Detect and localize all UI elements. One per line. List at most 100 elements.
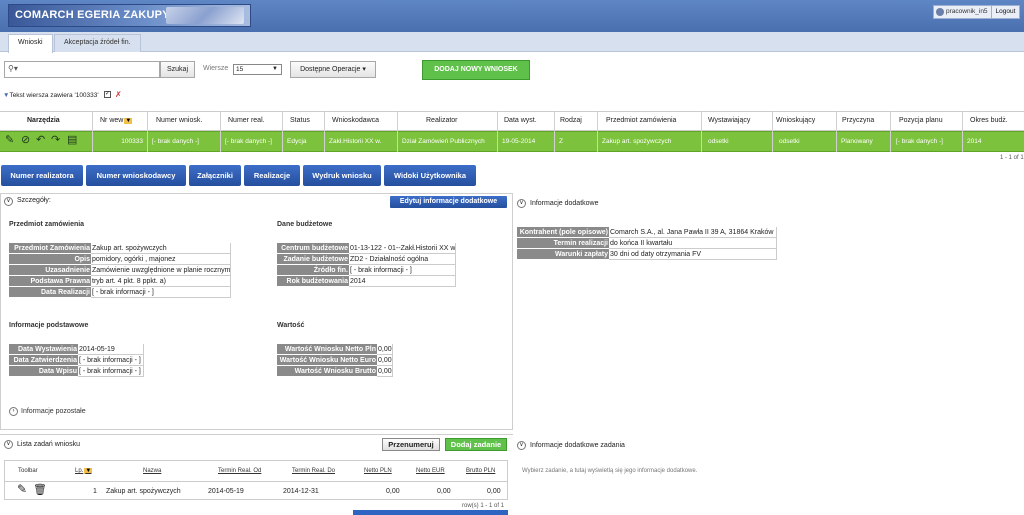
col-przyczyna[interactable]: Przyczyna — [842, 117, 874, 124]
tab-wnioski[interactable]: Wnioski — [8, 34, 53, 53]
add-task-button[interactable]: Dodaj zadanie — [445, 438, 507, 451]
divider — [282, 111, 283, 152]
przedmiot-title: Przedmiot zamówienia — [9, 221, 85, 228]
tab-akceptacja[interactable]: Akceptacja źródeł fin. — [54, 34, 141, 52]
app-logo: COMARCH EGERIA ZAKUPY — [8, 4, 251, 27]
search-icon[interactable]: ⚲▾ — [8, 64, 18, 73]
undo-icon[interactable]: ↶ — [36, 133, 45, 146]
col-termin-od[interactable]: Termin Real. Od — [218, 468, 261, 474]
rows-select[interactable]: 15 ▼ — [233, 64, 282, 75]
edit-icon[interactable]: ✎ — [17, 482, 27, 496]
divider — [397, 111, 398, 152]
col-nr-wew[interactable]: Nr wew ▼ — [100, 117, 133, 124]
task-netto-pln: 0,00 — [386, 488, 400, 495]
field-value: 0,00 — [377, 344, 393, 355]
tab-widoki-uzytkownika[interactable]: Widoki Użytkownika — [384, 165, 476, 186]
divider — [597, 111, 598, 152]
budzet-table: Centrum budżetowe 01-13-122 - 01--Zakł.Hi… — [277, 243, 456, 287]
col-wnioskujacy[interactable]: Wnioskujący — [776, 117, 815, 124]
cell-status: Edycja — [287, 138, 307, 145]
cell-pozycja-planu: [- brak danych -] — [896, 138, 943, 145]
tab-zalaczniki[interactable]: Załączniki — [189, 165, 241, 186]
cell-wystawiajacy: odsetki — [708, 138, 729, 145]
tab-numer-realizatora[interactable]: Numer realizatora — [1, 165, 83, 186]
search-input[interactable] — [4, 61, 160, 78]
tasks-title: Lista zadań wniosku — [17, 441, 81, 448]
field-value: 01-13-122 - 01--Zakł.Historii XX w. — [349, 243, 456, 254]
forward-icon[interactable]: ↷ — [51, 133, 60, 146]
task-info-hint: Wybierz zadanie, a tutaj wyświetlą się j… — [522, 468, 698, 474]
col-rodzaj[interactable]: Rodzaj — [560, 117, 582, 124]
action-bar[interactable] — [353, 510, 508, 515]
collapse-icon[interactable]: ∨ — [517, 441, 526, 450]
logo-text: COMARCH EGERIA ZAKUPY — [15, 9, 170, 21]
collapse-icon[interactable]: ∨ — [4, 440, 13, 449]
field-label: Warunki zapłaty — [517, 249, 609, 260]
grid-pager: 1 - 1 of 1 — [1000, 155, 1024, 161]
col-nr-wew-label: Nr wew — [100, 117, 124, 124]
divider — [92, 111, 93, 152]
edit-icon[interactable]: ✎ — [5, 133, 14, 146]
field-value: tryb art. 4 pkt. 8 ppkt. a) — [91, 276, 231, 287]
task-termin-od: 2014-05-19 — [208, 488, 244, 495]
cell-numer-real: [- brak danych -] — [225, 138, 272, 145]
field-value: [ - brak informacji - ] — [349, 265, 456, 276]
col-netto-eur[interactable]: Netto EUR — [416, 468, 445, 474]
delete-icon[interactable]: 🗑 — [33, 483, 47, 496]
field-value: 0,00 — [377, 366, 393, 377]
col-wystawiajacy[interactable]: Wystawiający — [708, 117, 750, 124]
col-realizator[interactable]: Realizator — [426, 117, 458, 124]
col-brutto-pln[interactable]: Brutto PLN — [466, 468, 495, 474]
user-icon — [936, 8, 944, 16]
field-label: Kontrahent (pole opisowe) — [517, 227, 609, 238]
search-button[interactable]: Szukaj — [160, 61, 195, 78]
add-request-button[interactable]: DODAJ NOWY WNIOSEK — [422, 60, 530, 80]
col-termin-do[interactable]: Termin Real. Do — [292, 468, 335, 474]
field-value: 2014 — [349, 276, 456, 287]
col-numer-wniosk[interactable]: Numer wniosk. — [156, 117, 202, 124]
details-title: Szczegóły: — [17, 197, 51, 204]
notes-icon[interactable]: ▤ — [67, 133, 77, 146]
expand-icon[interactable]: › — [9, 407, 18, 416]
col-status[interactable]: Status — [290, 117, 310, 124]
field-label: Przedmiot Zamówienia — [9, 243, 91, 254]
operations-label: Dostępne Operacje — [300, 66, 361, 73]
task-termin-do: 2014-12-31 — [283, 488, 319, 495]
col-netto-pln[interactable]: Netto PLN — [364, 468, 392, 474]
col-numer-real[interactable]: Numer real. — [228, 117, 265, 124]
operations-dropdown[interactable]: Dostępne Operacje ▾ — [290, 61, 376, 78]
field-label: Źródło fin. — [277, 265, 349, 276]
chevron-down-icon: ▼ — [272, 66, 278, 72]
field-label: Wartość Wniosku Brutto — [277, 366, 377, 377]
col-data-wyst[interactable]: Data wyst. — [504, 117, 537, 124]
dodatkowe-title: Informacje dodatkowe — [530, 200, 599, 207]
pozostale-title[interactable]: Informacje pozostałe — [21, 408, 86, 415]
tab-realizacje[interactable]: Realizacje — [244, 165, 300, 186]
budzet-title: Dane budżetowe — [277, 221, 333, 228]
filter-checkbox[interactable]: ✓ — [104, 91, 111, 98]
tab-wydruk-wniosku[interactable]: Wydruk wniosku — [303, 165, 381, 186]
logout-button[interactable]: Logout — [991, 5, 1020, 19]
cell-wnioskodawca: Zakł.Historii XX w. — [329, 138, 382, 145]
task-lp: 1 — [93, 488, 97, 495]
col-okres-budz[interactable]: Okres budż. — [970, 117, 1008, 124]
collapse-icon[interactable]: ∨ — [517, 199, 526, 208]
field-value: Zakup art. spożywczych — [91, 243, 231, 254]
clear-filter-icon[interactable]: ✗ — [115, 90, 122, 99]
col-lp[interactable]: Lp. ▼ — [75, 468, 93, 474]
col-nazwa[interactable]: Nazwa — [143, 468, 161, 474]
edit-additional-info-button[interactable]: Edytuj informacje dodatkowe — [390, 196, 507, 208]
cell-przyczyna: Planowany — [841, 138, 873, 145]
tab-bar — [0, 32, 1024, 52]
field-label: Termin realizacji — [517, 238, 609, 249]
cancel-icon[interactable]: ⊘ — [21, 133, 30, 146]
col-przedmiot[interactable]: Przedmiot zamówienia — [606, 117, 676, 124]
renumber-button[interactable]: Przenumeruj — [382, 438, 440, 451]
collapse-icon[interactable]: ∨ — [4, 197, 13, 206]
field-value: 30 dni od daty otrzymania FV — [609, 249, 777, 260]
tab-numer-wnioskodawcy[interactable]: Numer wnioskodawcy — [86, 165, 186, 186]
field-value: do końca II kwartału — [609, 238, 777, 249]
col-wnioskodawca[interactable]: Wnioskodawca — [332, 117, 379, 124]
user-box[interactable]: pracownik_in5 — [933, 5, 993, 19]
col-pozycja-planu[interactable]: Pozycja planu — [899, 117, 943, 124]
